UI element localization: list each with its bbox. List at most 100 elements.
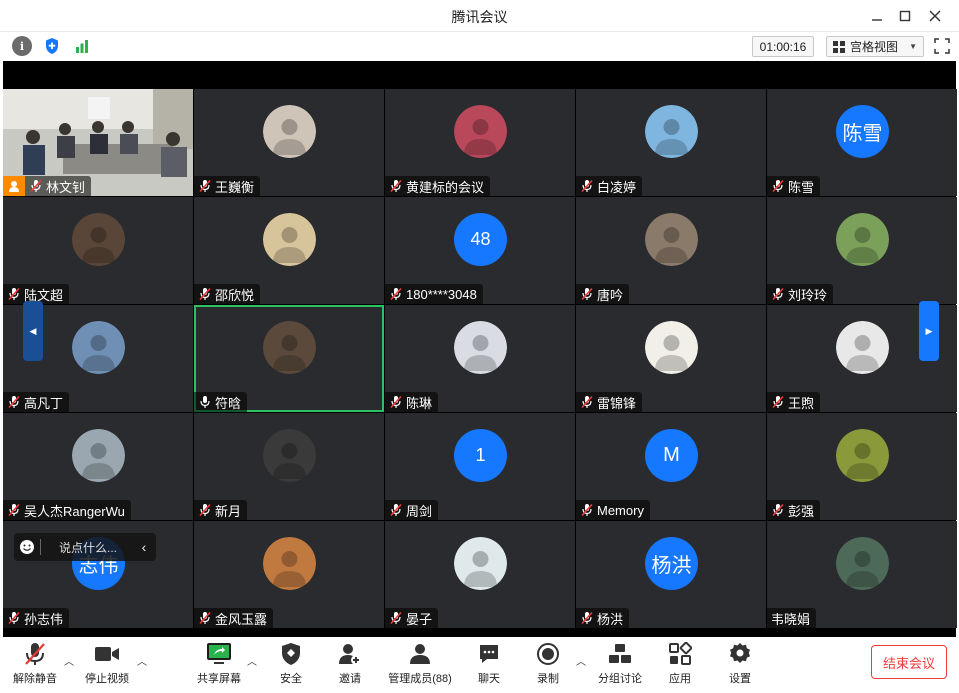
participant-tile[interactable]: 邵欣悦 <box>194 197 384 304</box>
participant-name: 陈雪 <box>788 179 815 195</box>
record-button[interactable]: 录制 <box>518 641 578 689</box>
participant-tile[interactable]: 陈琳 <box>385 305 575 412</box>
unmute-button[interactable]: 解除静音 <box>5 641 65 689</box>
participant-name-tag: 晏子 <box>385 608 439 628</box>
muted-mic-icon <box>30 179 42 193</box>
view-mode-dropdown[interactable]: 宫格视图 ▼ <box>826 36 924 57</box>
avatar <box>836 213 889 266</box>
participant-tile[interactable]: 陈雪 陈雪 <box>767 89 957 196</box>
muted-mic-icon <box>772 395 784 409</box>
muted-mic-icon <box>581 395 593 409</box>
participant-tile[interactable]: 黄建标的会议 <box>385 89 575 196</box>
avatar: 48 <box>454 213 507 266</box>
participant-tile[interactable]: 陆文超 <box>3 197 193 304</box>
previous-page-button[interactable]: ◀ <box>23 301 43 361</box>
participant-name: 唐吟 <box>597 287 624 303</box>
participant-name: 新月 <box>215 503 242 519</box>
participant-tile[interactable]: M Memory <box>576 413 766 520</box>
participant-name-tag: 孙志伟 <box>3 608 70 628</box>
user-icon <box>9 181 19 192</box>
participant-tile[interactable]: 48 180****3048 <box>385 197 575 304</box>
participant-name-tag: 高凡丁 <box>3 392 70 412</box>
participant-name-tag: 雷锦锋 <box>576 392 643 412</box>
participant-name-tag: 白凌婷 <box>576 176 643 196</box>
chat-input[interactable]: 说点什么... <box>41 539 132 556</box>
collapse-chevron-icon[interactable]: ‹ <box>132 539 156 555</box>
chevron-up-icon[interactable]: ︿ <box>247 653 257 668</box>
participant-name-tag: 陈雪 <box>767 176 821 196</box>
chat-button[interactable]: 聊天 <box>459 641 519 689</box>
participant-tile[interactable]: 新月 <box>194 413 384 520</box>
close-button[interactable] <box>923 4 947 28</box>
participant-name-tag: 刘玲玲 <box>767 284 834 304</box>
participant-tile[interactable]: 王巍衡 <box>194 89 384 196</box>
record-label: 录制 <box>537 673 559 685</box>
chevron-up-icon[interactable]: ︿ <box>64 653 74 668</box>
participant-tile[interactable]: 符晗 <box>194 305 384 412</box>
security-button[interactable]: 安全 <box>261 641 321 689</box>
participant-name: 刘玲玲 <box>788 287 828 303</box>
meeting-toolbar: 解除静音 ︿ 停止视频 ︿ 共享屏幕 ︿ 安全 邀请 管理成员(88) 聊天 录… <box>0 637 959 693</box>
next-page-button[interactable]: ▶ <box>919 301 939 361</box>
muted-mic-icon <box>199 287 211 301</box>
participant-tile[interactable]: 林文钊 <box>3 89 193 196</box>
avatar: M <box>645 429 698 482</box>
avatar <box>72 429 125 482</box>
stop-video-label: 停止视频 <box>85 673 129 685</box>
avatar <box>645 213 698 266</box>
participant-name: 陈琳 <box>406 395 433 411</box>
participant-tile[interactable]: 彭强 <box>767 413 957 520</box>
participant-name-tag: Memory <box>576 500 650 520</box>
participant-name-tag: 韦晓娟 <box>767 608 817 628</box>
host-badge <box>3 176 25 196</box>
participant-tile[interactable]: 1 周剑 <box>385 413 575 520</box>
muted-mic-icon <box>22 641 48 667</box>
participant-tile[interactable]: 晏子 <box>385 521 575 628</box>
maximize-button[interactable] <box>893 4 917 28</box>
window-title: 腾讯会议 <box>451 9 508 25</box>
invite-button[interactable]: 邀请 <box>320 641 380 689</box>
participant-tile[interactable]: 杨洪 杨洪 <box>576 521 766 628</box>
participant-name-tag: 唐吟 <box>576 284 630 304</box>
close-icon <box>929 10 941 22</box>
avatar: 1 <box>454 429 507 482</box>
muted-mic-icon <box>390 611 402 625</box>
manage-members-button[interactable]: 管理成员(88) <box>383 641 457 689</box>
participant-tile[interactable]: 唐吟 <box>576 197 766 304</box>
participant-tile[interactable]: 雷锦锋 <box>576 305 766 412</box>
participant-name: 王巍衡 <box>215 179 255 195</box>
participant-tile[interactable]: 韦晓娟 <box>767 521 957 628</box>
share-screen-button[interactable]: 共享屏幕 <box>189 641 249 689</box>
stop-video-button[interactable]: 停止视频 <box>77 641 137 689</box>
avatar <box>645 105 698 158</box>
avatar <box>454 537 507 590</box>
muted-mic-icon <box>772 503 784 517</box>
participant-tile[interactable]: 白凌婷 <box>576 89 766 196</box>
fullscreen-icon[interactable] <box>934 38 950 54</box>
breakout-rooms-button[interactable]: 分组讨论 <box>590 641 650 689</box>
settings-button[interactable]: 设置 <box>710 641 770 689</box>
meeting-info-icon[interactable]: i <box>12 36 32 56</box>
network-signal-icon[interactable] <box>72 36 92 56</box>
participant-name: 晏子 <box>406 611 433 627</box>
participant-tile[interactable]: 刘玲玲 <box>767 197 957 304</box>
end-meeting-button[interactable]: 结束会议 <box>871 645 947 679</box>
chevron-up-icon[interactable]: ︿ <box>576 653 586 668</box>
chevron-up-icon[interactable]: ︿ <box>137 653 147 668</box>
share-screen-label: 共享屏幕 <box>197 673 241 685</box>
participant-name: 吴人杰RangerWu <box>24 503 125 519</box>
emoji-icon[interactable] <box>14 539 40 555</box>
participant-name-tag: 林文钊 <box>25 176 92 196</box>
quick-chat-box[interactable]: 说点什么... ‹ <box>14 533 156 561</box>
video-camera-icon <box>94 641 120 667</box>
security-shield-icon[interactable] <box>42 36 62 56</box>
minimize-button[interactable] <box>865 4 889 28</box>
muted-mic-icon <box>8 287 20 301</box>
participant-tile[interactable]: 吴人杰RangerWu <box>3 413 193 520</box>
participant-tile[interactable]: 金风玉露 <box>194 521 384 628</box>
participant-name-tag: 彭强 <box>767 500 821 520</box>
participant-name: 周剑 <box>406 503 433 519</box>
participant-name-tag: 黄建标的会议 <box>385 176 491 196</box>
muted-mic-icon <box>772 179 784 193</box>
apps-button[interactable]: 应用 <box>650 641 710 689</box>
